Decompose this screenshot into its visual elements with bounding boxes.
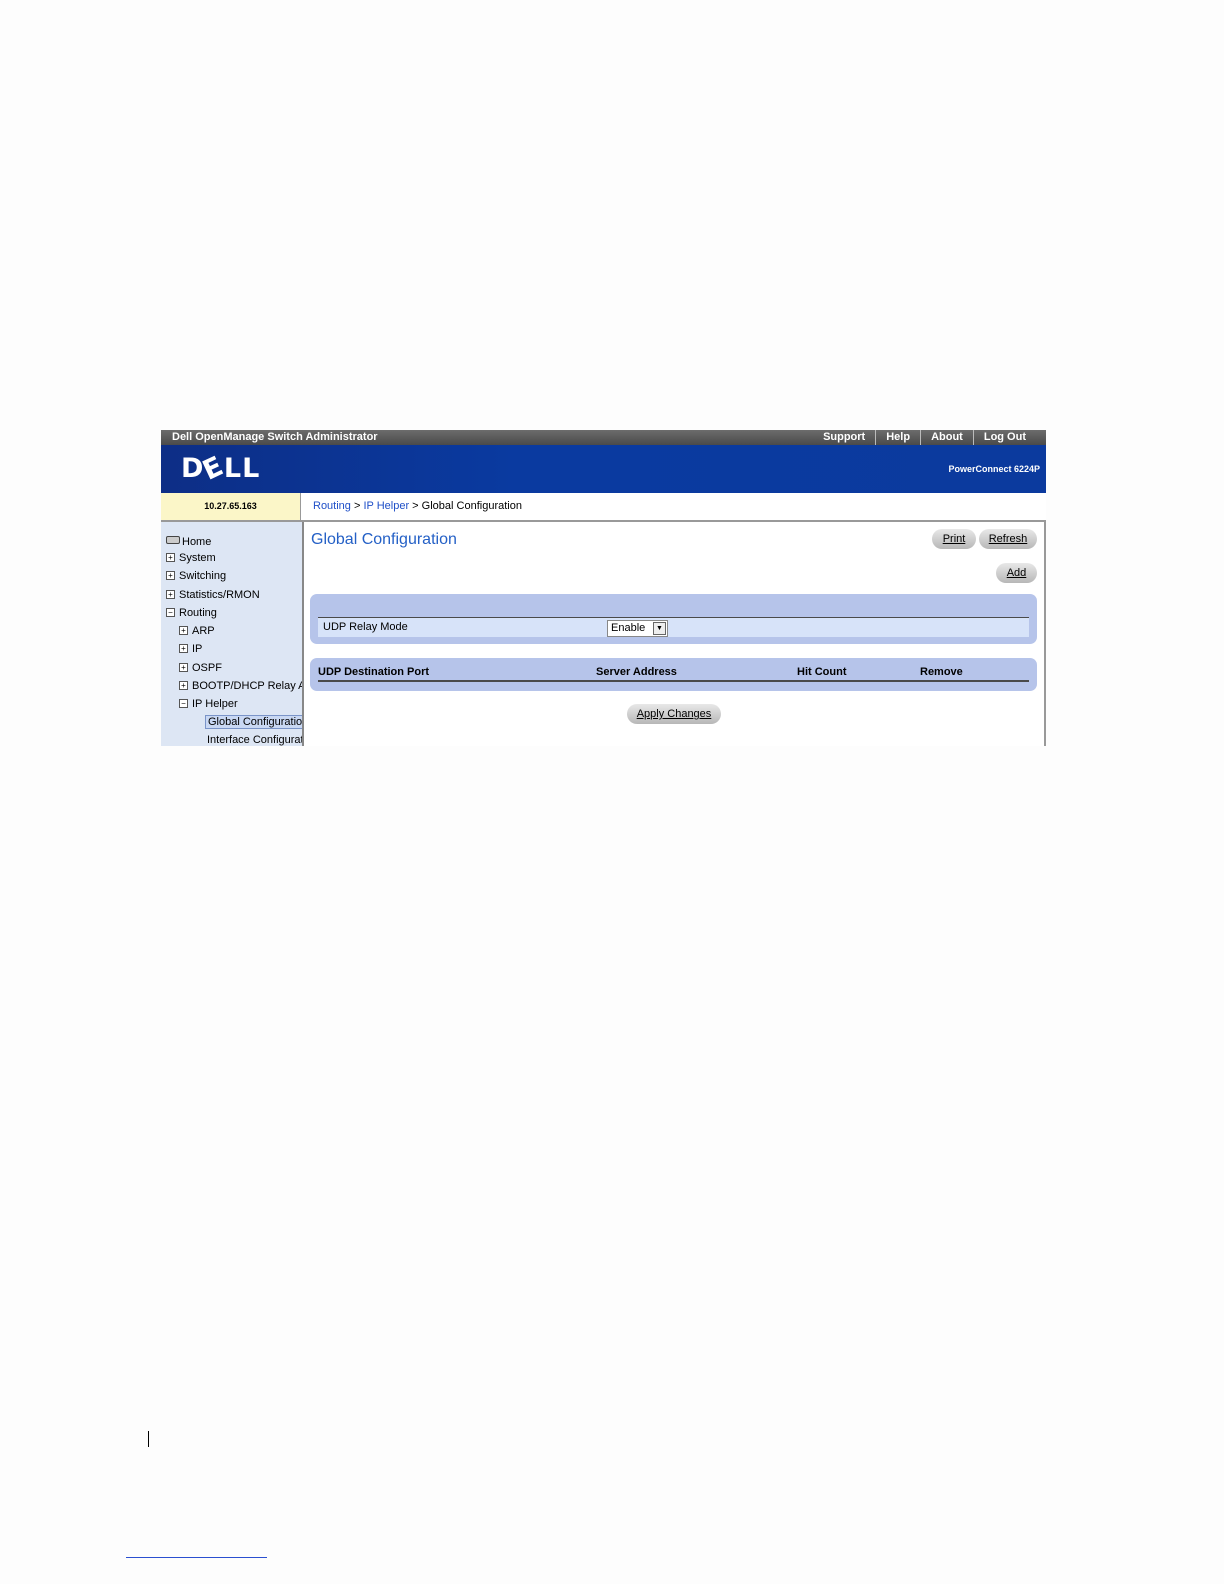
udp-destination-table: UDP Destination Port Server Address Hit …	[310, 658, 1037, 691]
header-banner: DELL PowerConnect 6224P	[161, 445, 1046, 493]
about-link[interactable]: About	[920, 430, 973, 445]
column-header-hit-count: Hit Count	[797, 666, 847, 678]
sidebar-item-statistics[interactable]: + Statistics/RMON	[166, 588, 260, 602]
sidebar-item-ip-helper[interactable]: − IP Helper	[179, 697, 238, 711]
sidebar-item-system[interactable]: + System	[166, 551, 216, 565]
column-header-udp-destination-port: UDP Destination Port	[318, 666, 430, 678]
collapse-icon[interactable]: −	[166, 608, 175, 617]
sidebar-item-switching[interactable]: + Switching	[166, 569, 226, 583]
ip-address: 10.27.65.163	[161, 493, 300, 522]
sidebar-item-global-configuration[interactable]: Global Configuration	[205, 715, 302, 729]
product-name: PowerConnect 6224P	[948, 464, 1040, 474]
logout-link[interactable]: Log Out	[972, 430, 1036, 445]
sidebar-item-arp[interactable]: + ARP	[179, 624, 215, 638]
browser-screenshot: Dell OpenManage Switch Administrator Sup…	[161, 430, 1046, 746]
add-button[interactable]: Add	[996, 563, 1037, 583]
collapse-icon[interactable]: −	[179, 699, 188, 708]
app-title: Dell OpenManage Switch Administrator	[172, 431, 378, 443]
sidebar-item-interface-configuration[interactable]: Interface Configuration	[207, 733, 302, 746]
top-bar: Dell OpenManage Switch Administrator Sup…	[161, 430, 1046, 445]
dell-logo: DELL	[181, 450, 261, 487]
top-links: Support Help About Log Out	[813, 430, 1036, 445]
breadcrumb-current: Global Configuration	[421, 500, 522, 512]
column-header-remove: Remove	[920, 666, 963, 678]
support-link[interactable]: Support	[813, 430, 875, 445]
chevron-down-icon[interactable]: ▼	[653, 622, 666, 635]
breadcrumb: Routing > IP Helper > Global Configurati…	[300, 493, 1046, 522]
udp-relay-mode-label: UDP Relay Mode	[323, 621, 408, 633]
sidebar-item-routing[interactable]: − Routing	[166, 606, 217, 620]
sidebar-tree: Home + System + Switching + Statistics/RMON…	[161, 522, 304, 746]
sidebar-item-home[interactable]: Home	[166, 535, 211, 549]
print-button[interactable]: Print	[932, 529, 976, 549]
expand-icon[interactable]: +	[179, 626, 188, 635]
breadcrumb-separator: >	[409, 500, 422, 512]
expand-icon[interactable]: +	[179, 663, 188, 672]
expand-icon[interactable]: +	[166, 590, 175, 599]
divider	[318, 680, 1029, 682]
udp-relay-row: UDP Relay Mode Enable ▼	[318, 618, 1029, 637]
main-content: Global Configuration Print Refresh Add U…	[304, 522, 1046, 746]
udp-relay-panel: UDP Relay Mode Enable ▼	[310, 594, 1037, 644]
sidebar-item-ip[interactable]: + IP	[179, 642, 202, 656]
expand-icon[interactable]: +	[179, 681, 188, 690]
breadcrumb-ip-helper[interactable]: IP Helper	[363, 500, 409, 512]
udp-relay-mode-select[interactable]: Enable ▼	[607, 620, 668, 637]
page-margin-bar	[148, 1431, 149, 1447]
breadcrumb-separator: >	[350, 500, 364, 512]
column-header-server-address: Server Address	[596, 666, 677, 678]
apply-changes-button[interactable]: Apply Changes	[627, 704, 721, 724]
sidebar-item-bootp[interactable]: +BOOTP/DHCP Relay Agent	[179, 679, 302, 693]
page-title: Global Configuration	[311, 531, 457, 548]
footnote-rule	[126, 1557, 267, 1558]
expand-icon[interactable]: +	[166, 571, 175, 580]
udp-relay-mode-value: Enable	[611, 622, 646, 634]
breadcrumb-routing[interactable]: Routing	[313, 500, 351, 512]
sidebar-item-ospf[interactable]: + OSPF	[179, 661, 222, 675]
refresh-button[interactable]: Refresh	[979, 529, 1037, 549]
expand-icon[interactable]: +	[179, 644, 188, 653]
home-icon	[166, 536, 180, 544]
expand-icon[interactable]: +	[166, 553, 175, 562]
help-link[interactable]: Help	[875, 430, 920, 445]
